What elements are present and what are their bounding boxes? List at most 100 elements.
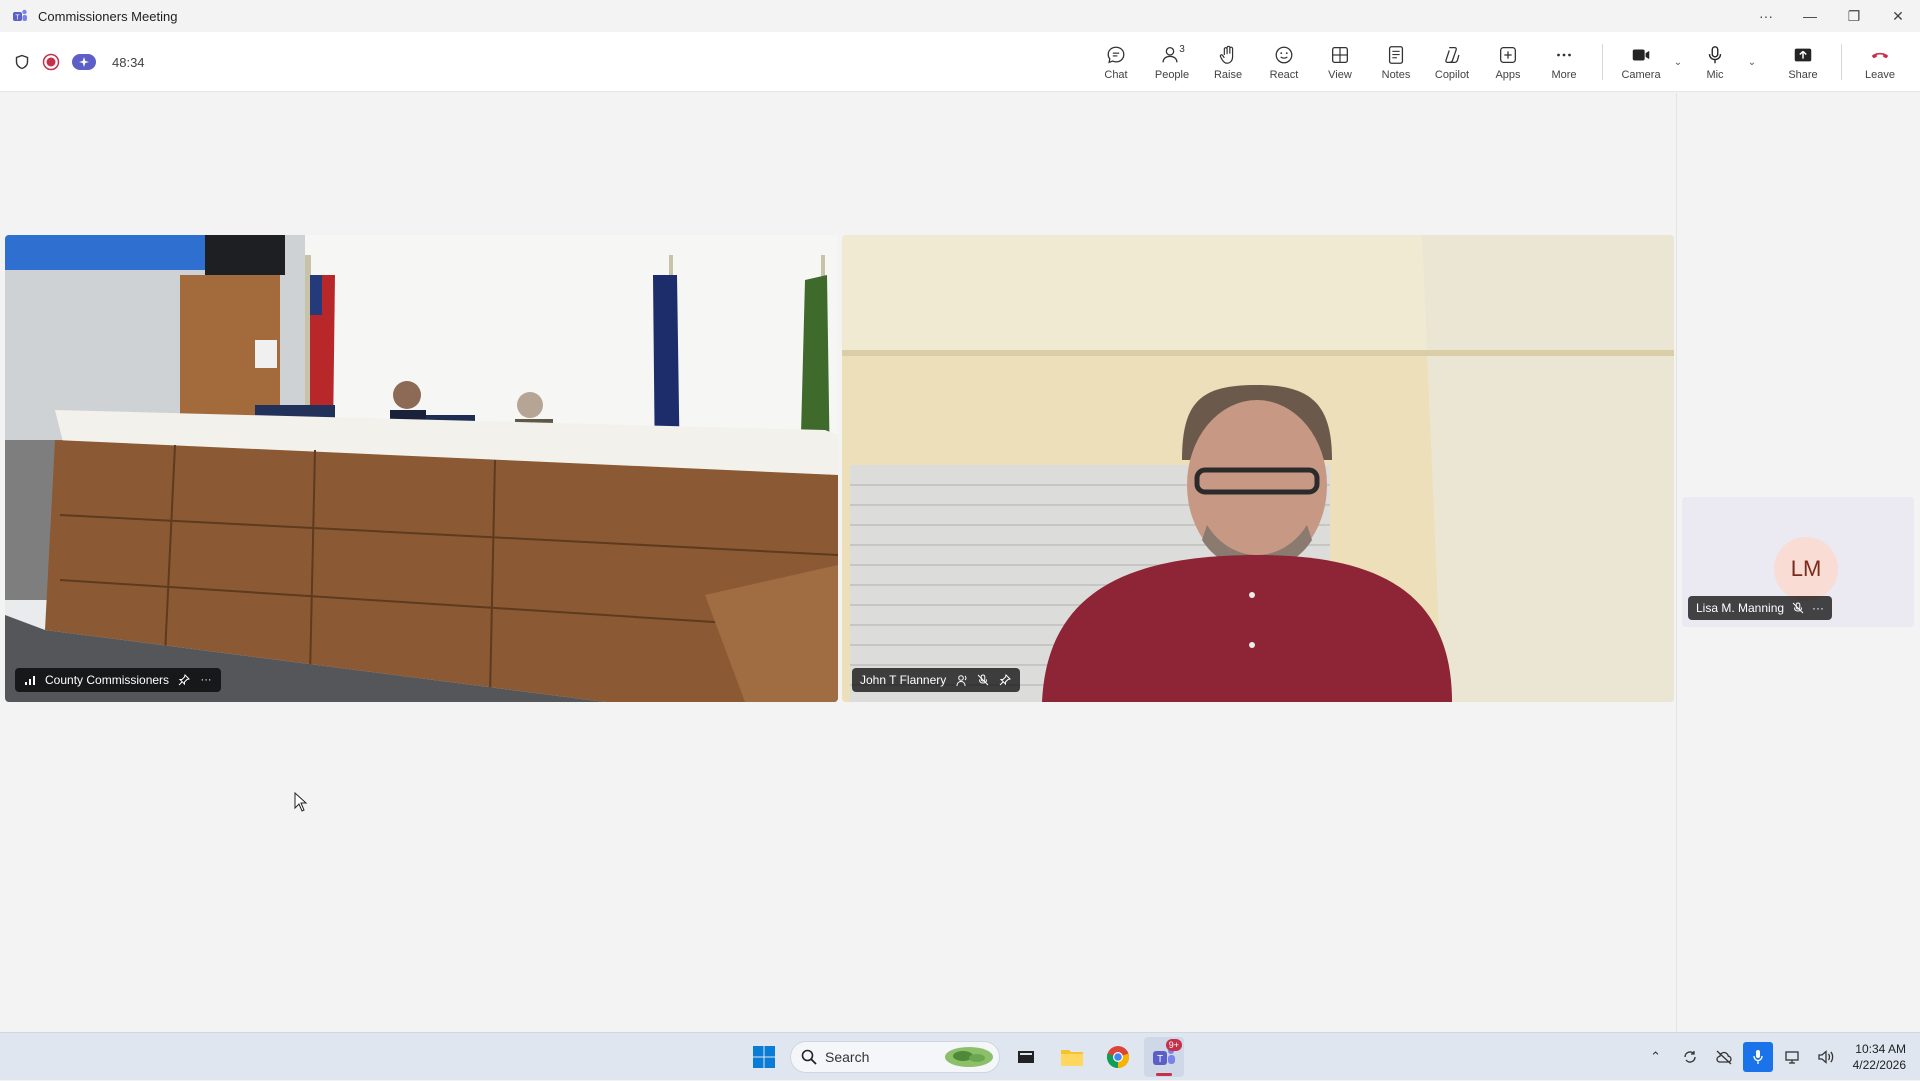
clock-date: 4/22/2026 (1852, 1058, 1906, 1072)
participant-options-icon[interactable]: ··· (1812, 601, 1824, 615)
cloud-offline-icon[interactable] (1709, 1042, 1739, 1072)
window-title: Commissioners Meeting (38, 8, 178, 24)
chat-icon (1107, 46, 1125, 63)
mic-options-chevron-icon[interactable]: ⌄ (1743, 34, 1761, 90)
task-view-button[interactable] (1006, 1037, 1046, 1077)
pin-icon[interactable] (998, 673, 1012, 687)
chat-button[interactable]: Chat (1088, 34, 1144, 90)
view-label: View (1328, 68, 1352, 81)
close-icon[interactable]: ✕ (1876, 0, 1920, 32)
apps-button[interactable]: Apps (1480, 34, 1536, 90)
copilot-button[interactable]: Copilot (1424, 34, 1480, 90)
view-button[interactable]: View (1312, 34, 1368, 90)
camera-icon (1632, 49, 1650, 60)
people-label: People (1154, 68, 1190, 81)
leave-button[interactable]: Leave (1852, 34, 1908, 90)
more-label: More (1551, 68, 1577, 81)
participant-nameplate: John T Flannery (852, 668, 1021, 692)
copilot-status-icon[interactable] (72, 54, 96, 70)
room-video-feed (5, 235, 838, 702)
taskbar-search-box[interactable]: Search (790, 1041, 1000, 1073)
chrome-button[interactable] (1098, 1037, 1138, 1077)
participant-video-feed (842, 235, 1674, 702)
search-placeholder: Search (825, 1049, 870, 1065)
chrome-icon (1106, 1046, 1130, 1069)
show-hidden-icons-chevron-icon[interactable]: ⌃ (1641, 1042, 1671, 1072)
network-icon[interactable] (1777, 1042, 1807, 1072)
raise-label: Raise (1213, 68, 1243, 81)
mouse-cursor-icon (294, 792, 308, 812)
meeting-toolbar: 48:34 Chat 3 People Raise React View Not… (0, 32, 1920, 92)
file-explorer-button[interactable] (1052, 1037, 1092, 1077)
search-highlight-icon (945, 1047, 993, 1067)
participant-name: County Commissioners (45, 673, 170, 687)
camera-button[interactable]: Camera (1613, 34, 1669, 90)
leave-label: Leave (1865, 68, 1895, 81)
toolbar-divider-2 (1841, 44, 1842, 80)
mic-muted-icon (976, 673, 990, 687)
participant-nameplate: County Commissioners ··· (15, 668, 222, 692)
microphone-in-use-icon[interactable] (1742, 1042, 1773, 1072)
svg-text:T: T (15, 15, 20, 22)
speaking-indicator-icon (954, 673, 968, 687)
windows-logo-icon (753, 1046, 775, 1068)
window-more-icon[interactable]: ··· (1744, 0, 1788, 32)
chat-label: Chat (1104, 68, 1128, 81)
task-view-icon (1018, 1051, 1034, 1063)
participant-name: Lisa M. Manning (1696, 601, 1785, 615)
more-button[interactable]: More (1536, 34, 1592, 90)
camera-options-chevron-icon[interactable]: ⌄ (1669, 34, 1687, 90)
start-button[interactable] (744, 1037, 784, 1077)
raise-hand-button[interactable]: Raise (1200, 34, 1256, 90)
sync-icon[interactable] (1675, 1042, 1705, 1072)
people-icon (1162, 46, 1178, 62)
participant-name: John T Flannery (860, 673, 947, 687)
taskbar-clock[interactable]: 10:34 AM 4/22/2026 (1853, 1041, 1906, 1073)
teams-app-icon: T (13, 9, 27, 22)
smile-icon (1275, 46, 1293, 63)
windows-taskbar: Search T 9+ ⌃ 10:34 AM 4/22/2026 (0, 1032, 1920, 1080)
svg-text:T: T (1157, 1054, 1163, 1065)
active-app-indicator (1156, 1073, 1172, 1076)
restore-icon[interactable]: ❐ (1832, 0, 1876, 32)
share-button[interactable]: Share (1775, 34, 1831, 90)
notes-icon (1388, 45, 1404, 64)
video-tile-john-t-flannery[interactable]: John T Flannery (842, 235, 1674, 702)
ellipsis-icon (1557, 53, 1571, 56)
signal-bars-icon (23, 673, 37, 687)
notification-badge: 9+ (1165, 1039, 1182, 1051)
recording-icon (42, 53, 60, 71)
copilot-icon (1445, 46, 1460, 63)
pin-icon[interactable] (177, 673, 191, 687)
system-tray: ⌃ 10:34 AM 4/22/2026 (1641, 1033, 1920, 1081)
mic-icon (1708, 45, 1722, 63)
participant-options-icon[interactable]: ··· (199, 673, 213, 687)
react-button[interactable]: React (1256, 34, 1312, 90)
search-icon (801, 1049, 817, 1065)
avatar: LM (1774, 537, 1838, 601)
meeting-timer: 48:34 (112, 54, 145, 70)
title-bar: T Commissioners Meeting ··· — ❐ ✕ (0, 0, 1920, 32)
grid-icon (1332, 46, 1348, 63)
hand-icon (1219, 45, 1234, 64)
participant-nameplate: Lisa M. Manning ··· (1688, 596, 1833, 620)
people-button[interactable]: 3 People (1144, 34, 1200, 90)
react-label: React (1269, 68, 1299, 81)
video-tile-county-commissioners[interactable]: County Commissioners ··· (5, 235, 838, 702)
hang-up-icon (1871, 52, 1889, 58)
participant-tile-lisa-m-manning[interactable]: LM Lisa M. Manning ··· (1682, 497, 1914, 627)
shield-icon[interactable] (14, 54, 30, 70)
share-icon (1794, 48, 1812, 61)
apps-label: Apps (1495, 68, 1521, 81)
mic-label: Mic (1706, 68, 1724, 81)
mic-muted-icon (1792, 602, 1804, 614)
people-count: 3 (1179, 43, 1185, 55)
teams-taskbar-button[interactable]: T 9+ (1144, 1037, 1184, 1077)
volume-icon[interactable] (1811, 1042, 1841, 1072)
folder-icon (1061, 1050, 1083, 1066)
camera-label: Camera (1621, 68, 1661, 81)
notes-button[interactable]: Notes (1368, 34, 1424, 90)
clock-time: 10:34 AM (1855, 1042, 1906, 1056)
mic-button[interactable]: Mic (1687, 34, 1743, 90)
minimize-icon[interactable]: — (1788, 0, 1832, 32)
